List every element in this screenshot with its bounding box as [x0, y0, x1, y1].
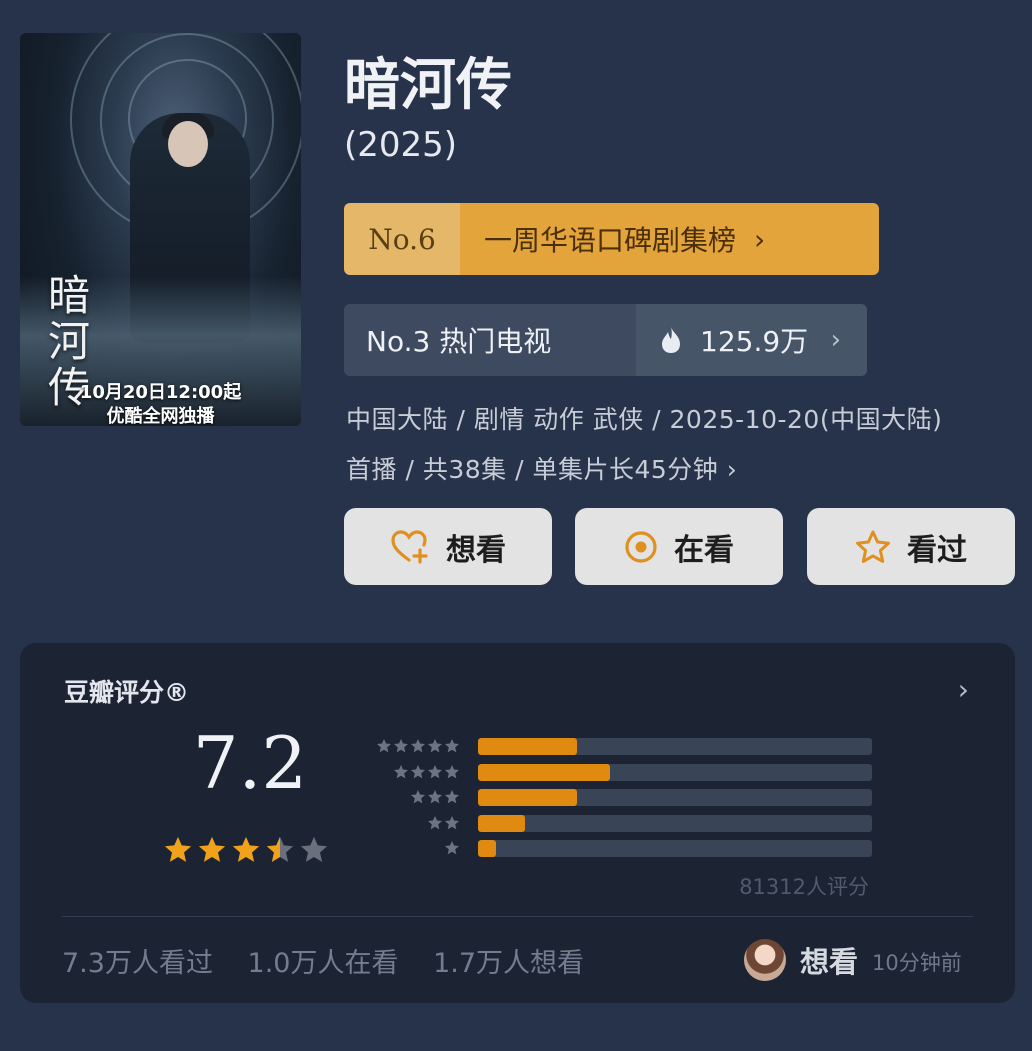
rating-bar-row-5: [360, 738, 872, 756]
release-year: (2025): [344, 125, 458, 165]
meta-info-line-1: 中国大陆 / 剧情 动作 武侠 / 2025-10-20(中国大陆): [346, 405, 943, 434]
rating-bar-row-4: [360, 763, 872, 782]
star-icon: [411, 764, 425, 778]
poster-figure-face: [168, 121, 208, 167]
want-to-watch-label: 想看: [446, 532, 506, 568]
star-icon: [394, 739, 408, 753]
poster-image[interactable]: 暗河传 10月20日12:00起 优酷全网独播: [20, 33, 301, 426]
star-icon: [445, 815, 459, 829]
star-icon: [428, 739, 442, 753]
chevron-right-icon: ›: [830, 325, 841, 355]
star-icon: [445, 790, 459, 804]
chevron-right-icon[interactable]: ›: [958, 673, 969, 706]
hot-rank-label: No.3 热门电视: [366, 325, 552, 358]
divider: [62, 916, 973, 917]
watched-button[interactable]: 看过: [807, 508, 1015, 585]
star-icon: [428, 764, 442, 778]
rating-bar-row-2: [360, 814, 872, 833]
rating-bar-track: [478, 814, 872, 832]
weekly-rank-label-box: 一周华语口碑剧集榜 ›: [460, 203, 879, 275]
rating-count: 81312人评分: [739, 875, 869, 899]
page-title: 暗河传: [344, 53, 512, 118]
rating-bar-track: [478, 840, 872, 857]
star-icon: [266, 836, 294, 862]
watching-button[interactable]: 在看: [575, 508, 783, 585]
rating-bar-fill: [478, 814, 526, 832]
watched-count[interactable]: 7.3万人看过: [62, 948, 213, 979]
rating-bar-stars: [444, 840, 460, 856]
rating-bar-fill: [478, 763, 610, 781]
want-to-watch-button[interactable]: 想看: [344, 508, 552, 585]
watching-count[interactable]: 1.0万人在看: [248, 948, 399, 979]
rating-bar-track: [478, 789, 872, 806]
star-icon: [428, 790, 442, 804]
friend-action: 想看: [800, 945, 859, 979]
rating-bar-fill: [478, 738, 577, 755]
star-icon: [198, 836, 226, 862]
star-icon: [394, 764, 408, 778]
heat-value-box: 125.9万 ›: [636, 304, 867, 376]
meta-info-line-2[interactable]: 首播 / 共38集 / 单集片长45分钟 ›: [346, 450, 1016, 486]
star-icon: [300, 836, 328, 862]
heart-plus-icon: [390, 529, 430, 565]
poster-platform-line: 优酷全网独播: [106, 406, 215, 426]
star-icon: [445, 841, 459, 855]
watched-label: 看过: [907, 532, 967, 568]
rating-bar-row-1: [360, 840, 872, 858]
weekly-ranking-banner[interactable]: No.6 一周华语口碑剧集榜 ›: [344, 203, 879, 275]
rating-bar-stars: [427, 815, 460, 831]
star-icon: [164, 836, 192, 862]
rating-bar-stars: [376, 738, 460, 754]
star-icon: [428, 815, 442, 829]
rating-card[interactable]: 豆瓣评分® › 7.2 81312人评分 7.3万人看过 1.0万人在看 1.7…: [20, 643, 1015, 1003]
star-icon: [411, 790, 425, 804]
star-icon: [445, 739, 459, 753]
star-icon: [232, 836, 260, 862]
rating-bar-row-3: [360, 789, 872, 807]
rating-title: 豆瓣评分®: [64, 678, 190, 707]
rating-score: 7.2: [192, 721, 308, 805]
want-count[interactable]: 1.7万人想看: [433, 948, 584, 979]
target-circle-icon: [624, 530, 658, 564]
watch-stats: 7.3万人看过 1.0万人在看 1.7万人想看: [62, 941, 610, 980]
poster-release-line: 10月20日12:00起: [79, 382, 242, 403]
chevron-right-icon: ›: [754, 222, 766, 256]
rating-bar-track: [478, 763, 872, 781]
star-icon: [445, 764, 459, 778]
watching-label: 在看: [674, 532, 734, 568]
star-icon: [377, 739, 391, 753]
rating-bar-fill: [478, 840, 496, 857]
rating-bar-track: [478, 738, 872, 755]
weekly-rank-number: No.6: [344, 203, 460, 275]
weekly-rank-label: 一周华语口碑剧集榜: [484, 224, 737, 257]
star-icon: [411, 739, 425, 753]
rating-stars: [163, 835, 329, 865]
rating-bar-stars: [393, 764, 460, 780]
friend-avatar[interactable]: [744, 939, 786, 981]
rating-bar-stars: [410, 789, 460, 805]
star-outline-icon: [855, 530, 891, 564]
friend-action-time: 10分钟前: [872, 951, 962, 975]
heat-value: 125.9万: [700, 325, 809, 358]
rating-bar-fill: [478, 789, 577, 806]
hot-ranking-banner[interactable]: No.3 热门电视 125.9万 ›: [344, 304, 867, 376]
flame-icon: [660, 326, 682, 354]
